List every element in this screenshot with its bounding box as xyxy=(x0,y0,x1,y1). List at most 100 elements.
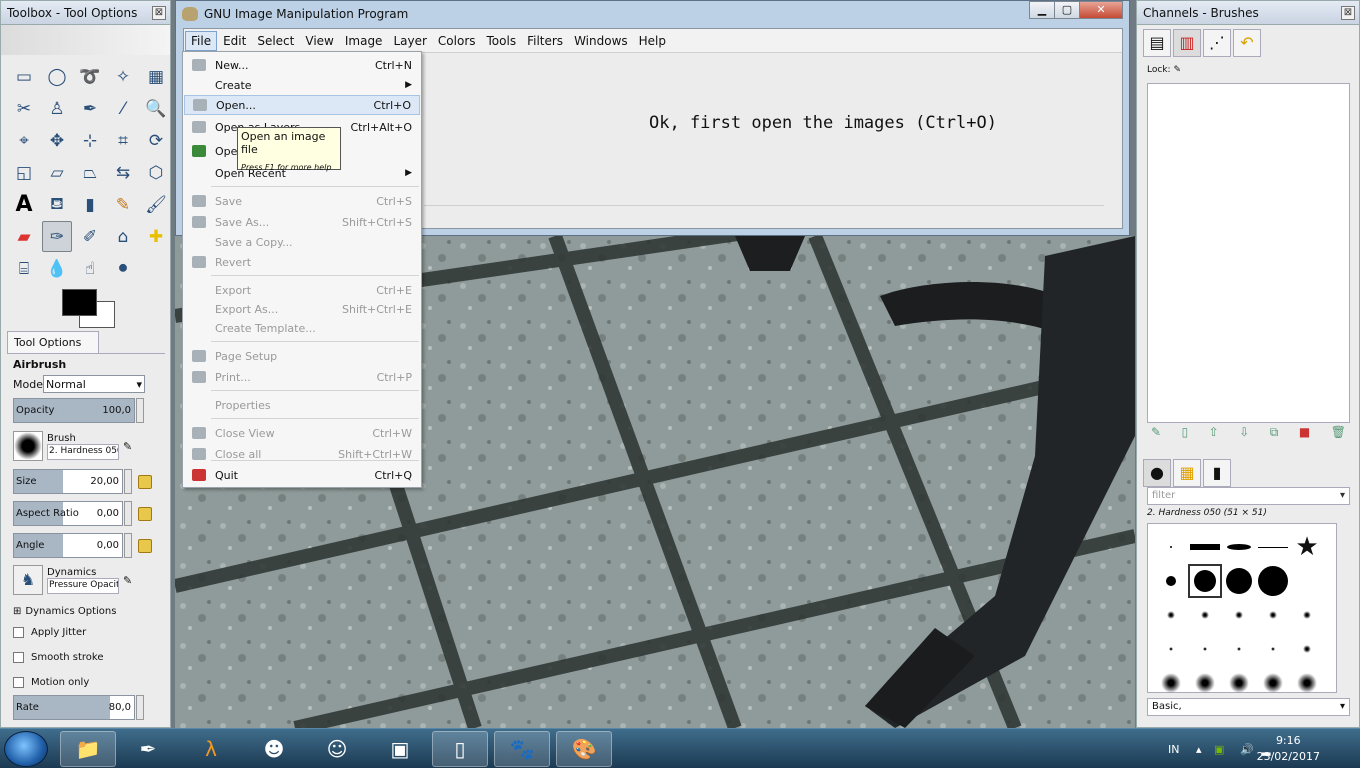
brush-swatch[interactable] xyxy=(1188,530,1222,564)
measure-icon[interactable]: ⌖ xyxy=(9,125,39,156)
heal-icon[interactable]: ✚ xyxy=(141,221,170,252)
delete-icon[interactable]: 🗑 xyxy=(1331,425,1346,445)
to-selection-icon[interactable]: ■ xyxy=(1299,425,1310,445)
tray-arrow-icon[interactable]: ▴ xyxy=(1196,729,1202,768)
brush-swatch[interactable] xyxy=(1222,598,1256,632)
paint-taskbar-icon[interactable]: 🎨 xyxy=(556,731,612,767)
opacity-spin[interactable] xyxy=(136,398,144,423)
brush-swatch[interactable] xyxy=(1188,666,1222,700)
cage-icon[interactable]: ⬡ xyxy=(141,157,170,188)
brush-grid[interactable]: ★ xyxy=(1147,523,1337,693)
raise-icon[interactable]: ⇧ xyxy=(1209,425,1219,445)
brush-swatch[interactable]: ★ xyxy=(1290,530,1324,564)
airbrush-icon[interactable]: ✑ xyxy=(42,221,72,252)
edit-brush-icon[interactable]: ✎ xyxy=(123,440,132,453)
file-menu-item-new[interactable]: New... Ctrl+N xyxy=(184,55,420,75)
scissors-icon[interactable]: ✂ xyxy=(9,93,39,124)
foreground-select-icon[interactable]: ♙ xyxy=(42,93,72,124)
zoom-icon[interactable]: 🔍 xyxy=(141,93,170,124)
volume-icon[interactable]: 🔊 xyxy=(1240,729,1254,768)
menu-colors[interactable]: Colors xyxy=(433,32,481,50)
brush-swatch[interactable] xyxy=(1256,666,1290,700)
rate-slider[interactable]: Rate 80,0 xyxy=(13,695,135,720)
lower-icon[interactable]: ⇩ xyxy=(1239,425,1249,445)
character-app-taskbar-icon[interactable]: ☻ xyxy=(246,731,302,767)
brush-swatch[interactable] xyxy=(1290,564,1324,598)
rate-spin[interactable] xyxy=(136,695,144,720)
align-icon[interactable]: ⊹ xyxy=(75,125,105,156)
dock-close-button[interactable]: ⊠ xyxy=(1341,6,1355,20)
foreground-color-swatch[interactable] xyxy=(62,289,97,316)
brush-swatch[interactable] xyxy=(1154,564,1188,598)
language-indicator[interactable]: IN xyxy=(1168,729,1179,768)
brush-swatch[interactable] xyxy=(1188,598,1222,632)
aspect-slider[interactable]: Aspect Ratio 0,00 xyxy=(13,501,123,526)
pencil-icon[interactable]: ✎ xyxy=(108,189,138,220)
brush-swatch[interactable] xyxy=(1290,598,1324,632)
channels-tab-icon[interactable]: ▥ xyxy=(1173,29,1201,57)
brushes-tab-icon[interactable]: ● xyxy=(1143,459,1171,487)
color-picker-icon[interactable]: ⁄ xyxy=(108,93,138,124)
menu-file[interactable]: File xyxy=(185,30,218,51)
file-menu-item-create[interactable]: Create ▶ xyxy=(184,75,420,95)
menu-select[interactable]: Select xyxy=(252,32,299,50)
apply-jitter-checkbox[interactable]: Apply Jitter xyxy=(13,620,159,645)
file-menu-item-page-setup[interactable]: Page Setup xyxy=(184,346,420,366)
perspective-icon[interactable]: ⏢ xyxy=(75,157,105,188)
rotate-icon[interactable]: ⟳ xyxy=(141,125,170,156)
shear-icon[interactable]: ▱ xyxy=(42,157,72,188)
brush-swatch[interactable] xyxy=(1222,564,1256,598)
brush-swatch[interactable] xyxy=(1256,564,1290,598)
scale-icon[interactable]: ◱ xyxy=(9,157,39,188)
bucket-fill-icon[interactable]: ⛾ xyxy=(42,189,72,220)
edit-dynamics-icon[interactable]: ✎ xyxy=(123,574,132,587)
flip-icon[interactable]: ⇆ xyxy=(108,157,138,188)
clone-icon[interactable]: ⌂ xyxy=(108,221,138,252)
wilber-drop-area[interactable] xyxy=(1,25,170,55)
angle-slider[interactable]: Angle 0,00 xyxy=(13,533,123,558)
gimp-taskbar-icon[interactable]: 🐾 xyxy=(494,731,550,767)
brush-swatch[interactable] xyxy=(1154,530,1188,564)
paths-tab-icon[interactable]: ⋰ xyxy=(1203,29,1231,57)
mode-select[interactable]: Normal ▾ xyxy=(43,375,145,393)
brush-name-field[interactable]: 2. Hardness 050 xyxy=(47,443,119,460)
free-select-icon[interactable]: ➰ xyxy=(75,61,105,92)
nvidia-icon[interactable]: ▣ xyxy=(1214,729,1224,768)
blur-icon[interactable]: 💧 xyxy=(42,253,72,284)
patterns-tab-icon[interactable]: ▦ xyxy=(1173,459,1201,487)
half-life-taskbar-icon[interactable]: λ xyxy=(183,731,239,767)
ink-icon[interactable]: ✐ xyxy=(75,221,105,252)
brush-filter-input[interactable]: filter ▾ xyxy=(1147,487,1350,505)
minimize-button[interactable]: ▁ xyxy=(1029,1,1055,19)
duplicate-icon[interactable]: ⧉ xyxy=(1270,425,1279,445)
brush-swatch[interactable] xyxy=(1222,530,1256,564)
fuzzy-select-icon[interactable]: ✧ xyxy=(108,61,138,92)
file-menu-item-print[interactable]: Print... Ctrl+P xyxy=(184,367,420,387)
eraser-icon[interactable]: ▰ xyxy=(9,221,39,252)
tab-tool-options[interactable]: Tool Options xyxy=(7,331,99,353)
crop-icon[interactable]: ⌗ xyxy=(108,125,138,156)
color-select-icon[interactable]: ▦ xyxy=(141,61,170,92)
start-button[interactable] xyxy=(4,731,48,767)
brush-swatch[interactable] xyxy=(1290,666,1324,700)
file-menu-item-save-as[interactable]: Save As... Shift+Ctrl+S xyxy=(184,212,420,232)
brush-swatch[interactable] xyxy=(1222,666,1256,700)
explorer-taskbar-icon[interactable]: 📁 xyxy=(60,731,116,767)
brush-swatch[interactable] xyxy=(1222,632,1256,666)
brush-lock-icon[interactable]: ✎ xyxy=(1173,65,1181,75)
reset-angle-icon[interactable] xyxy=(138,538,152,553)
file-menu-item-export[interactable]: Export Ctrl+E xyxy=(184,280,420,300)
brush-swatch[interactable] xyxy=(1154,632,1188,666)
brush-preview[interactable] xyxy=(13,431,43,461)
feather-app-taskbar-icon[interactable]: ✒ xyxy=(120,731,176,767)
brush-swatch[interactable] xyxy=(1290,632,1324,666)
reset-size-icon[interactable] xyxy=(138,474,152,489)
aspect-spin[interactable] xyxy=(124,501,132,526)
smudge-icon[interactable]: ☝ xyxy=(75,253,105,284)
file-menu-item-properties[interactable]: Properties xyxy=(184,395,420,415)
brush-swatch[interactable] xyxy=(1256,632,1290,666)
size-spin[interactable] xyxy=(124,469,132,494)
menu-help[interactable]: Help xyxy=(634,32,671,50)
layers-tab-icon[interactable]: ▤ xyxy=(1143,29,1171,57)
menu-layer[interactable]: Layer xyxy=(388,32,431,50)
